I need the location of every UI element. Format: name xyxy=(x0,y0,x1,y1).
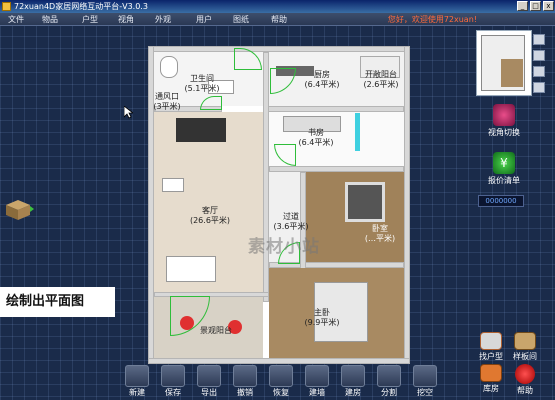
watermark: 素材小站 xyxy=(248,237,320,257)
room-label-open-balcony: 开敞阳台 (2.6平米) xyxy=(363,70,399,89)
hollow-button[interactable]: 挖空 xyxy=(408,364,442,400)
window-title: 72xuan4D家居网络互动平台-V3.0.3 xyxy=(14,2,148,11)
room-label-master: 主卧 (9.9平米) xyxy=(304,308,340,327)
yuan-icon: ¥ xyxy=(493,152,515,174)
room-label-bathroom: 卫生间 (5.1平米) xyxy=(184,74,220,93)
3d-box-icon[interactable] xyxy=(4,197,34,221)
menu-file[interactable]: 文件 xyxy=(8,13,24,26)
build-room-button[interactable]: 建房 xyxy=(336,364,370,400)
room-label-corridor: 过道 (3.6平米) xyxy=(273,212,309,231)
window-cyan xyxy=(355,113,360,151)
new-label: 新建 xyxy=(129,388,145,397)
warehouse-icon xyxy=(480,364,502,382)
find-floorplan-label: 找户型 xyxy=(479,352,503,361)
find-floorplan-button[interactable]: 找户型 xyxy=(476,332,506,362)
quote-list-button[interactable]: ¥ 报价清单 xyxy=(484,152,524,186)
sofa-icon xyxy=(514,332,536,350)
sofa xyxy=(166,256,216,282)
floor-plan-canvas[interactable]: 卫生间 (5.1平米) 通风口 (3平米) 厨房 (6.4平米) 开敞阳台 (2.6平米… xyxy=(148,46,410,364)
help-button[interactable]: 帮助 xyxy=(510,364,540,396)
hollow-label: 挖空 xyxy=(417,388,433,397)
hollow-icon xyxy=(413,365,437,387)
save-label: 保存 xyxy=(165,388,181,397)
mouse-cursor-icon xyxy=(124,106,133,119)
minimize-button[interactable]: _ xyxy=(517,1,528,11)
menu-floorplan[interactable]: 户型 xyxy=(82,13,98,26)
redo-button[interactable]: 恢复 xyxy=(264,364,298,400)
house-icon xyxy=(480,332,502,350)
library-label: 库房 xyxy=(483,384,499,393)
coord-readout: 0000000 xyxy=(478,195,524,207)
welcome-text: 您好，欢迎使用72xuan! xyxy=(387,15,477,24)
undo-icon xyxy=(233,365,257,387)
room-label-study: 书房 (6.4平米) xyxy=(298,128,334,147)
room-label-bedroom: 卧室 (…平米) xyxy=(364,224,396,243)
save-button[interactable]: 保存 xyxy=(156,364,190,400)
export-button[interactable]: 导出 xyxy=(192,364,226,400)
redo-label: 恢复 xyxy=(273,388,289,397)
nav-down-button[interactable] xyxy=(533,50,545,61)
menu-appearance[interactable]: 外观 xyxy=(155,13,171,26)
save-icon xyxy=(161,365,185,387)
template-room-button[interactable]: 样板间 xyxy=(510,332,540,362)
room-label-kitchen: 厨房 (6.4平米) xyxy=(304,70,340,89)
eye-icon xyxy=(493,104,515,126)
room-label-vent: 通风口 (3平米) xyxy=(153,92,181,111)
menu-user[interactable]: 用户 xyxy=(196,13,212,26)
minimap-room xyxy=(501,59,523,87)
caption-label: 绘制出平面图 xyxy=(0,287,115,317)
wall-right xyxy=(404,46,410,364)
build-room-label: 建房 xyxy=(345,388,361,397)
export-icon xyxy=(197,365,221,387)
nav-right-button[interactable] xyxy=(533,82,545,93)
menu-help[interactable]: 帮助 xyxy=(271,13,287,26)
export-label: 导出 xyxy=(201,388,217,397)
library-button[interactable]: 库房 xyxy=(476,364,506,394)
bed-small xyxy=(345,182,385,222)
build-wall-label: 建墙 xyxy=(309,388,325,397)
wall-icon xyxy=(305,365,329,387)
undo-label: 撤销 xyxy=(237,388,253,397)
bottom-toolbar: 新建 保存 导出 撤销 恢复 建墙 建房 分割 挖空 xyxy=(120,364,442,400)
close-button[interactable]: x xyxy=(543,1,554,11)
nav-up-button[interactable] xyxy=(533,34,545,45)
new-file-icon xyxy=(125,365,149,387)
split-label: 分割 xyxy=(381,388,397,397)
dining-table xyxy=(176,118,226,142)
split-icon xyxy=(377,365,401,387)
maximize-button[interactable]: □ xyxy=(530,1,541,11)
new-button[interactable]: 新建 xyxy=(120,364,154,400)
build-wall-button[interactable]: 建墙 xyxy=(300,364,334,400)
menu-objects[interactable]: 物品 xyxy=(42,13,58,26)
menu-view[interactable]: 视角 xyxy=(118,13,134,26)
menu-drawings[interactable]: 图纸 xyxy=(233,13,249,26)
lifebuoy-icon xyxy=(515,364,535,384)
app-icon xyxy=(2,2,11,11)
room-icon xyxy=(341,365,365,387)
nav-left-button[interactable] xyxy=(533,66,545,77)
help-label: 帮助 xyxy=(517,386,533,395)
minimap-nav xyxy=(533,30,547,96)
undo-button[interactable]: 撤销 xyxy=(228,364,262,400)
view-switch-button[interactable]: 视角切换 xyxy=(484,104,524,138)
quote-list-label: 报价清单 xyxy=(488,176,520,185)
room-label-landscape-balcony: 景观阳台 xyxy=(200,326,232,335)
title-bar: 72xuan4D家居网络互动平台-V3.0.3 _ □ x xyxy=(0,0,555,13)
menu-bar: 文件 物品 户型 视角 外观 用户 图纸 帮助 您好，欢迎使用72xuan! xyxy=(0,13,555,26)
side-cabinet xyxy=(162,178,184,192)
split-button[interactable]: 分割 xyxy=(372,364,406,400)
minimap[interactable] xyxy=(476,30,532,96)
view-switch-label: 视角切换 xyxy=(488,128,520,137)
redo-icon xyxy=(269,365,293,387)
template-room-label: 样板间 xyxy=(513,352,537,361)
room-label-living: 客厅 (26.6平米) xyxy=(189,206,231,225)
